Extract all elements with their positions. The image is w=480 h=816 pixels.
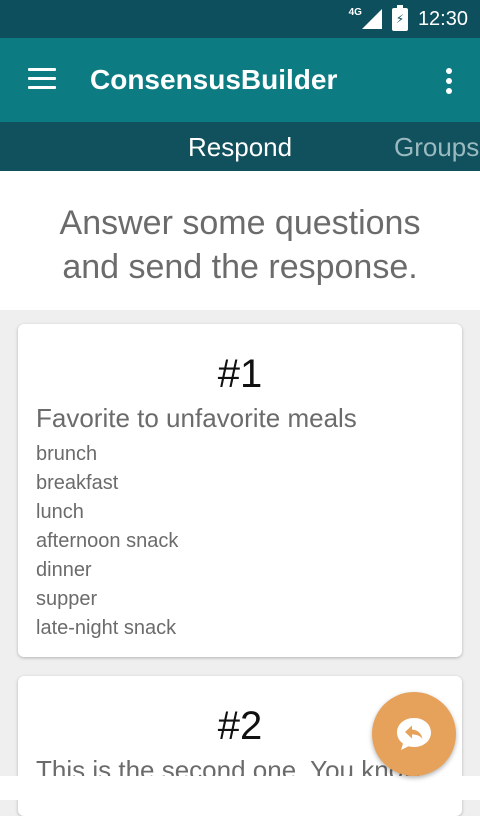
status-bar: 4G 12:30 (0, 0, 480, 38)
status-icons: 4G 12:30 (349, 0, 468, 38)
app-bar: ConsensusBuilder (0, 38, 480, 122)
network-type-label: 4G (348, 6, 362, 18)
instructions-panel: Answer some questions and send the respo… (0, 171, 480, 310)
bottom-strip (0, 776, 480, 800)
option-item: brunch (36, 443, 98, 465)
option-item: breakfast (36, 472, 119, 494)
question-number: #1 (217, 352, 263, 396)
tab-bar: Respond Groups (0, 122, 480, 171)
instructions-text: Answer some questions and send the respo… (0, 201, 480, 289)
hamburger-menu-icon[interactable] (28, 68, 56, 90)
instructions-line-1: Answer some questions (59, 204, 421, 242)
reply-icon (397, 718, 431, 750)
instructions-line-2: and send the response. (62, 248, 418, 286)
option-item: late-night snack (36, 617, 177, 639)
option-item: supper (36, 588, 98, 610)
clock: 12:30 (417, 7, 468, 30)
tab-respond[interactable]: Respond (188, 132, 292, 163)
option-list: brunch breakfast lunch afternoon snack d… (36, 440, 462, 643)
option-item: dinner (36, 559, 92, 581)
signal-icon (361, 9, 382, 29)
app-title: ConsensusBuilder (90, 64, 338, 95)
battery-charging-icon (391, 4, 408, 31)
option-item: afternoon snack (36, 530, 179, 552)
more-vert-icon[interactable] (446, 68, 454, 96)
tab-groups[interactable]: Groups (394, 132, 479, 163)
send-response-button[interactable] (372, 692, 456, 776)
option-item: lunch (36, 501, 84, 523)
question-title: Favorite to unfavorite meals (36, 403, 357, 433)
question-card[interactable]: #1 Favorite to unfavorite meals brunch b… (18, 324, 462, 657)
